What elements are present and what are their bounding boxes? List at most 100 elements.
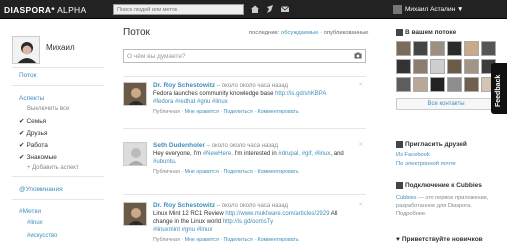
section-title: Подключение к Cubbies: [405, 182, 482, 190]
share-button[interactable]: Поделиться: [224, 237, 253, 243]
avatar[interactable]: [123, 82, 147, 106]
chevron-down-icon: ▼: [457, 6, 464, 13]
invite-icon: [396, 141, 403, 148]
profile-avatar[interactable]: [12, 36, 40, 64]
post-author[interactable]: Dr. Roy Schestowitz: [153, 202, 215, 209]
comment-button[interactable]: Комментировать: [258, 109, 299, 115]
user-menu[interactable]: Михаил Асталин ▼: [393, 3, 463, 16]
avatar[interactable]: [464, 41, 479, 56]
share-button[interactable]: Поделиться: [224, 169, 253, 175]
tag-link[interactable]: #искусство: [27, 233, 58, 239]
avatar[interactable]: [123, 142, 147, 166]
avatar[interactable]: [430, 41, 445, 56]
comment-button[interactable]: Комментировать: [258, 169, 299, 175]
right-sidebar: В вашем потоке Все контакты Пригласить д…: [384, 19, 507, 251]
feedback-tab[interactable]: Feedback: [491, 63, 507, 114]
invite-email-link[interactable]: По электронной почте: [396, 161, 456, 167]
sort-option-published[interactable]: опубликованные: [324, 30, 369, 36]
avatar[interactable]: [396, 41, 411, 56]
aspect-label: Знакомые: [26, 154, 57, 161]
post-author[interactable]: Dr. Roy Schestowitz: [153, 82, 215, 89]
aspect-label: Семья: [26, 118, 47, 125]
sort-option-discussed[interactable]: обсуждаемые: [281, 30, 318, 36]
divider: [12, 176, 104, 177]
comment-button[interactable]: Комментировать: [258, 237, 299, 243]
like-button[interactable]: Мне нравится: [185, 237, 219, 243]
aspect-item-work[interactable]: ✔ Работа: [19, 141, 48, 149]
avatar[interactable]: [447, 59, 462, 74]
avatar[interactable]: [396, 59, 411, 74]
page-title: Поток: [123, 27, 150, 38]
post-link[interactable]: http://is.gd/shKBPA: [275, 91, 326, 97]
avatar[interactable]: [396, 77, 411, 92]
aspect-item-family[interactable]: ✔ Семья: [19, 117, 46, 125]
avatar[interactable]: [464, 77, 479, 92]
publisher-placeholder: О чём вы думаете?: [127, 53, 186, 60]
like-button[interactable]: Мне нравится: [185, 109, 219, 115]
check-icon: ✔: [19, 130, 25, 137]
feedback-label: Feedback: [495, 74, 502, 107]
avatar[interactable]: [413, 41, 428, 56]
user-name: Михаил Асталин: [405, 6, 456, 13]
avatar[interactable]: [413, 77, 428, 92]
like-button[interactable]: Мне нравится: [185, 169, 219, 175]
avatar[interactable]: [481, 41, 496, 56]
messages-icon[interactable]: [280, 4, 290, 14]
brand-logo[interactable]: DIASPORA* ALPHA: [4, 5, 86, 15]
post-actions: Публичная · Мне нравится · Поделиться · …: [153, 109, 299, 115]
post-text-line: Linux Mint 12 RC1 Review: [153, 211, 226, 217]
post-text: Fedora launches community knowledge base…: [153, 90, 361, 106]
sidebar-item-aspects[interactable]: Аспекты: [19, 95, 44, 102]
post-text-line: change in the Linux world: [153, 219, 223, 225]
aspect-label: Друзья: [26, 130, 48, 137]
camera-icon[interactable]: [354, 52, 362, 61]
invite-facebook-link[interactable]: Из Facebook: [396, 152, 430, 158]
post-text-line: . I'm interested in: [231, 151, 279, 157]
post-link[interactable]: http://www.muktware.com/articles/2929: [225, 211, 329, 217]
search-input[interactable]: [113, 4, 244, 15]
avatar[interactable]: [430, 77, 445, 92]
avatar[interactable]: [413, 59, 428, 74]
tag-link[interactable]: #linux: [27, 220, 43, 226]
avatar[interactable]: [464, 59, 479, 74]
post-time: – около около часа назад: [215, 83, 289, 89]
post-text: Linux Mint 12 RC1 Review http://www.mukt…: [153, 210, 361, 234]
avatar[interactable]: [447, 77, 462, 92]
share-button[interactable]: Поделиться: [224, 109, 253, 115]
all-contacts-button[interactable]: Все контакты: [396, 98, 496, 110]
sidebar-item-stream[interactable]: Поток: [19, 72, 37, 79]
post-author[interactable]: Seth Dudenholer: [153, 142, 205, 149]
post-tags[interactable]: #linuxmint #gnu #linux: [153, 227, 212, 233]
post-tag[interactable]: #ubuntu: [153, 159, 175, 165]
cubbies-link[interactable]: Cubbies: [396, 195, 417, 201]
stream-sort: последние: обсуждаемые · опубликованные: [249, 30, 368, 36]
post-visibility: Публичная: [153, 237, 180, 243]
sidebar-item-tags[interactable]: #Метки: [19, 208, 41, 215]
cubbies-icon: [396, 182, 403, 189]
avatar[interactable]: [430, 59, 445, 74]
section-title: Приветствуйте новичков: [401, 236, 483, 243]
post-tag[interactable]: #NewHere: [203, 151, 231, 157]
cubbies-header: Подключение к Cubbies: [396, 182, 482, 189]
post-link[interactable]: http://is.gd/oomsTy: [223, 219, 273, 225]
home-icon[interactable]: [250, 4, 260, 14]
publisher-input[interactable]: О чём вы думаете?: [123, 49, 366, 63]
post-visibility: Публичная: [153, 109, 180, 115]
notifications-icon[interactable]: [265, 4, 275, 14]
aspect-item-acquaintances[interactable]: ✔ Знакомые: [19, 153, 57, 161]
newcomers-header: ♥ Приветствуйте новичков: [396, 236, 483, 243]
post-tags[interactable]: #fedora #redhat #gnu #linux: [153, 99, 228, 105]
check-icon: ✔: [19, 154, 25, 161]
sidebar-item-mentions[interactable]: @Упоминания: [19, 186, 63, 193]
heart-icon: ♥: [396, 236, 400, 243]
top-bar: DIASPORA* ALPHA Михаил Асталин ▼: [0, 0, 507, 19]
avatar[interactable]: [123, 202, 147, 226]
post-tags[interactable]: #drupal, #gif, #linux: [278, 151, 330, 157]
aspect-label: Работа: [26, 142, 48, 149]
aspect-item-friends[interactable]: ✔ Друзья: [19, 129, 48, 137]
profile-name[interactable]: Михаил: [46, 43, 75, 52]
avatar[interactable]: [447, 41, 462, 56]
deselect-all-link[interactable]: Выключить все: [27, 106, 69, 112]
add-aspect-link[interactable]: + Добавить аспект: [27, 165, 79, 171]
sort-label: последние:: [249, 30, 282, 36]
